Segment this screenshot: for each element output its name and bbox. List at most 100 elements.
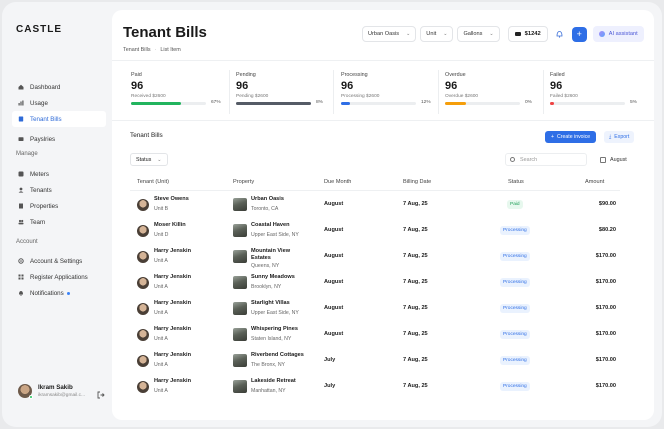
- credit-value: $1242: [524, 31, 541, 37]
- credit-balance[interactable]: $1242: [507, 26, 548, 42]
- sidebar-item-label: Tenant Bills: [30, 115, 62, 123]
- stat-subtext: Pending $2600: [236, 94, 269, 99]
- due-month: July: [324, 357, 336, 363]
- column-header-due-month[interactable]: Due Month: [324, 179, 351, 185]
- create-invoice-button[interactable]: + Create invoice: [545, 131, 597, 143]
- chevron-down-icon: ⌄: [489, 31, 494, 37]
- date-filter[interactable]: August: [600, 153, 627, 166]
- property-name[interactable]: Riverbend Cottages: [251, 352, 309, 359]
- stat-processing: Processing 96 Processing $2600 12%: [341, 72, 431, 105]
- unit-filter[interactable]: Unit ⌄: [420, 26, 454, 42]
- billing-date: 7 Aug, 25: [403, 331, 428, 337]
- table-row[interactable]: Harry Jenskin Unit A Mountain View Estates…: [130, 244, 620, 270]
- tenant-name[interactable]: Harry Jenskin: [154, 248, 191, 254]
- column-header-amount[interactable]: Amount: [585, 179, 604, 185]
- status-filter[interactable]: Status ⌄: [130, 153, 168, 166]
- table-row[interactable]: Harry Jenskin Unit A Sunny Meadows Brooklyn…: [130, 270, 620, 296]
- column-header-property[interactable]: Property: [233, 179, 254, 185]
- sidebar-item-payslries[interactable]: Payslries: [12, 131, 106, 147]
- tenant-unit: Unit A: [154, 362, 168, 368]
- property-name[interactable]: Coastal Haven: [251, 222, 309, 229]
- due-month: August: [324, 201, 344, 207]
- tenant-avatar: [137, 329, 149, 341]
- sidebar-item-label: Tenants: [30, 186, 52, 194]
- tenant-name[interactable]: Harry Jenskin: [154, 378, 191, 384]
- amount: $90.00: [598, 201, 616, 207]
- table-row[interactable]: Moser Killin Unit D Coastal Haven Upper Eas…: [130, 218, 620, 244]
- property-name[interactable]: Sunny Meadows: [251, 274, 309, 281]
- logout-icon[interactable]: [97, 391, 105, 401]
- sidebar-item-notifications[interactable]: Notifications: [12, 285, 106, 301]
- sidebar-item-register-applications[interactable]: Register Applications: [12, 269, 106, 285]
- sidebar-item-usage[interactable]: Usage: [12, 95, 106, 111]
- download-icon: ⤓: [609, 133, 612, 140]
- sidebar-item-tenant-bills[interactable]: Tenant Bills: [12, 111, 106, 127]
- property-name[interactable]: Lakeside Retreat: [251, 378, 309, 385]
- sidebar-item-properties[interactable]: Properties: [12, 198, 106, 214]
- amount: $80.20: [598, 227, 616, 233]
- sidebar-item-label: Properties: [30, 202, 59, 210]
- stat-percent: 67%: [211, 100, 221, 105]
- add-button[interactable]: +: [571, 26, 587, 42]
- stat-progress-fill: [341, 102, 350, 105]
- billing-date: 7 Aug, 25: [403, 357, 428, 363]
- table-row[interactable]: Harry Jenskin Unit A Riverbend Cottages The…: [130, 348, 620, 374]
- sidebar-item-meters[interactable]: Meters: [12, 166, 106, 182]
- sidebar: CASTLE Dashboard Usage Tenant Bills Pays…: [2, 2, 112, 427]
- tenant-name[interactable]: Harry Jenskin: [154, 352, 191, 358]
- tenant-name[interactable]: Harry Jenskin: [154, 326, 191, 332]
- divider: [112, 120, 654, 121]
- create-invoice-label: Create invoice: [557, 134, 591, 140]
- tenant-avatar: [137, 277, 149, 289]
- column-header-billing-date[interactable]: Billing Date: [403, 179, 431, 185]
- tenant-name[interactable]: Harry Jenskin: [154, 274, 191, 280]
- column-header-tenant[interactable]: Tenant (Unit): [137, 179, 169, 185]
- apps-icon: [18, 274, 24, 280]
- property-address: Toronto, CA: [251, 206, 279, 212]
- ai-assistant-button[interactable]: AI assistant: [592, 26, 644, 42]
- stat-subtext: Received $2600: [131, 94, 166, 99]
- table-row[interactable]: Harry Jenskin Unit A Starlight Villas Upper…: [130, 296, 620, 322]
- sidebar-item-team[interactable]: Team: [12, 214, 106, 230]
- stat-subtext: Processing $2600: [341, 94, 380, 99]
- stat-value: 96: [550, 80, 563, 92]
- tenant-name[interactable]: Steve Owens: [154, 196, 189, 202]
- stat-progress-bar: 5%: [550, 100, 637, 105]
- export-label: Export: [614, 134, 630, 140]
- column-header-status[interactable]: Status: [508, 179, 524, 185]
- property-name[interactable]: Whispering Pines: [251, 326, 309, 333]
- tenant-unit: Unit A: [154, 336, 168, 342]
- tenant-name[interactable]: Moser Killin: [154, 222, 186, 228]
- search-input[interactable]: Search: [505, 153, 587, 166]
- due-month: August: [324, 279, 344, 285]
- property-name[interactable]: Urban Oasis: [251, 196, 309, 203]
- user-profile[interactable]: Ikram Sakib ikramsakib@gmail.c...: [18, 384, 85, 399]
- table-row[interactable]: Harry Jenskin Unit A Lakeside Retreat Manha…: [130, 374, 620, 400]
- export-button[interactable]: ⤓ Export: [604, 131, 635, 143]
- property-filter[interactable]: Urban Oasis ⌄: [362, 26, 417, 42]
- stat-paid: Paid 96 Received $2600 67%: [131, 72, 221, 105]
- team-icon: [18, 219, 24, 225]
- table-row[interactable]: Steve Owens Unit B Urban Oasis Toronto, CA A…: [130, 192, 620, 218]
- notifications-bell-icon[interactable]: [552, 26, 568, 42]
- sidebar-item-tenants[interactable]: Tenants: [12, 182, 106, 198]
- sidebar-item-account-settings[interactable]: Account & Settings: [12, 253, 106, 269]
- property-name[interactable]: Mountain View Estates: [251, 248, 309, 262]
- stat-value: 96: [341, 80, 354, 92]
- measure-filter[interactable]: Gallons ⌄: [457, 26, 500, 42]
- sidebar-item-dashboard[interactable]: Dashboard: [12, 79, 106, 95]
- property-name[interactable]: Starlight Villas: [251, 300, 309, 307]
- due-month: August: [324, 305, 344, 311]
- stat-percent: 12%: [421, 100, 431, 105]
- property-thumbnail: [233, 224, 247, 237]
- property-address: Upper East Side, NY: [251, 310, 299, 316]
- sidebar-item-label: Notifications: [30, 289, 64, 297]
- property-address: Manhattan, NY: [251, 388, 286, 394]
- stat-label: Processing: [341, 72, 368, 78]
- table-row[interactable]: Harry Jenskin Unit A Whispering Pines State…: [130, 322, 620, 348]
- stat-value: 96: [236, 80, 249, 92]
- tenant-name[interactable]: Harry Jenskin: [154, 300, 191, 306]
- sidebar-item-label: Usage: [30, 99, 48, 107]
- property-address: Staten Island, NY: [251, 336, 292, 342]
- breadcrumb-item[interactable]: Tenant Bills: [123, 47, 151, 53]
